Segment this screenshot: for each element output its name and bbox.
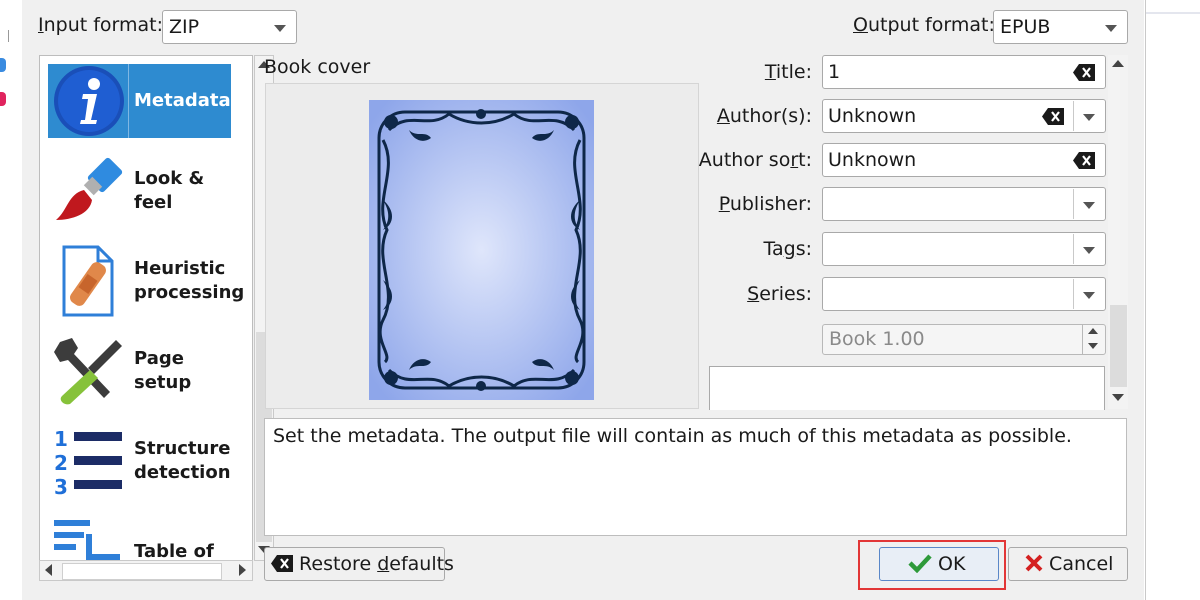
numbered-list-icon: 1 2 3 [50, 424, 128, 499]
sidebar-item-label: Page setup [134, 348, 192, 393]
authors-label: Author(s): [716, 105, 812, 127]
chevron-down-icon[interactable] [1083, 292, 1095, 299]
tools-icon [50, 334, 128, 408]
svg-text:2: 2 [54, 451, 68, 475]
background-window-left [0, 0, 23, 600]
options-sidebar: Metadata Look & feel Heuristic processin… [39, 55, 253, 581]
series-index-spinbox[interactable]: Book 1.00 [822, 324, 1106, 355]
publisher-field[interactable] [822, 187, 1106, 221]
background-tab-marker [0, 92, 6, 106]
title-value: 1 [828, 61, 841, 83]
cancel-button[interactable]: Cancel [1008, 547, 1128, 581]
background-tab-marker [0, 58, 6, 72]
spinbox-buttons[interactable] [1082, 325, 1105, 354]
author-sort-value: Unknown [828, 149, 917, 171]
checkmark-icon [908, 554, 932, 574]
series-label: Series: [747, 283, 812, 305]
scrollbar-thumb[interactable] [62, 563, 222, 580]
help-text: Set the metadata. The output file will c… [273, 425, 1072, 447]
scroll-down-icon[interactable] [1112, 394, 1124, 401]
tags-field[interactable] [822, 232, 1106, 266]
authors-value: Unknown [828, 105, 917, 127]
restore-defaults-label: Restore defaults [299, 553, 454, 575]
close-icon [1025, 554, 1043, 572]
title-label: Title: [764, 61, 812, 83]
field-separator [1073, 234, 1074, 264]
sidebar-item-structure-detection[interactable]: 1 2 3 Structure detection [48, 424, 231, 499]
output-format-label: Output format: [853, 14, 995, 36]
ok-button[interactable]: OK [879, 547, 999, 581]
comments-editor[interactable] [709, 366, 1105, 410]
chevron-down-icon [274, 25, 286, 32]
form-vertical-scrollbar[interactable] [1108, 55, 1128, 409]
restore-defaults-button[interactable]: Restore defaults [264, 547, 454, 581]
increment-icon[interactable] [1088, 328, 1098, 334]
chevron-down-icon[interactable] [1083, 247, 1095, 254]
series-index-value: Book 1.00 [829, 328, 925, 350]
input-format-select[interactable]: ZIP [162, 10, 297, 44]
chevron-down-icon[interactable] [1083, 202, 1095, 209]
chevron-down-icon[interactable] [1083, 114, 1095, 121]
ok-label: OK [938, 553, 966, 575]
field-separator [1073, 279, 1074, 309]
chevron-down-icon [1105, 25, 1117, 32]
svg-text:1: 1 [54, 427, 68, 451]
publisher-label: Publisher: [718, 193, 812, 215]
scrollbar-thumb[interactable] [1110, 305, 1127, 387]
scroll-right-icon[interactable] [239, 564, 246, 576]
title-field[interactable]: 1 [822, 55, 1106, 89]
clear-icon [271, 555, 293, 572]
field-separator [1073, 189, 1074, 219]
field-separator [1073, 101, 1074, 131]
clear-icon[interactable] [1073, 64, 1095, 81]
background-divider [1146, 12, 1200, 14]
cancel-label: Cancel [1049, 553, 1114, 575]
author-sort-field[interactable]: Unknown [822, 143, 1106, 177]
background-window-right [1145, 0, 1200, 600]
output-format-value: EPUB [1000, 16, 1051, 38]
sidebar-item-page-setup[interactable]: Page setup [48, 334, 231, 408]
decrement-icon[interactable] [1088, 343, 1098, 349]
scroll-left-icon[interactable] [45, 564, 52, 576]
svg-text:3: 3 [54, 475, 68, 498]
tags-label: Tags: [763, 238, 812, 260]
input-format-value: ZIP [169, 16, 200, 38]
scroll-up-icon[interactable] [1112, 60, 1124, 67]
output-format-select[interactable]: EPUB [993, 10, 1128, 44]
sidebar-horizontal-scrollbar[interactable] [39, 560, 253, 581]
conversion-dialog: Input format: ZIP Output format: EPUB Me… [22, 0, 1144, 600]
input-format-label: Input format: [38, 14, 164, 36]
clear-icon[interactable] [1073, 152, 1095, 169]
help-description: Set the metadata. The output file will c… [264, 418, 1127, 536]
author-sort-label: Author sort: [698, 149, 812, 171]
background-divider [8, 30, 9, 42]
series-field[interactable] [822, 277, 1106, 311]
clear-icon[interactable] [1042, 108, 1064, 125]
authors-field[interactable]: Unknown [822, 99, 1106, 133]
sidebar-item-label: Structure detection [134, 438, 231, 483]
